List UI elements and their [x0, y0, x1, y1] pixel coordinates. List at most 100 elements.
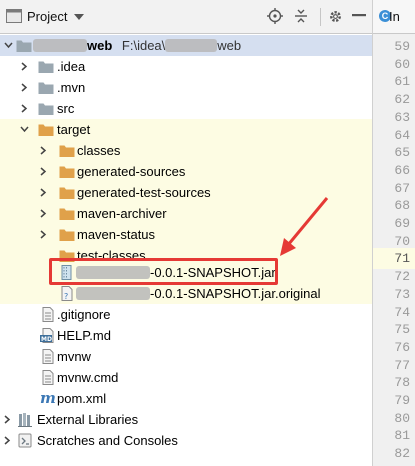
tree-item-mvnw[interactable]: mvnw — [0, 346, 372, 367]
line-number: 62 — [394, 92, 410, 108]
chevron-right-icon[interactable] — [21, 83, 28, 92]
editor-tab-label: In — [389, 9, 400, 24]
text-file-icon — [42, 349, 54, 364]
tree-item-mvnw-cmd[interactable]: mvnw.cmd — [0, 367, 372, 388]
libraries-icon — [18, 413, 32, 427]
redacted-text — [33, 39, 87, 52]
tree-item-label: generated-sources — [77, 164, 186, 179]
line-number: 78 — [394, 375, 410, 391]
line-number: 77 — [394, 357, 410, 373]
tree-item-gitignore[interactable]: .gitignore — [0, 304, 372, 325]
project-view-icon — [6, 9, 22, 23]
chevron-right-icon[interactable] — [40, 230, 47, 239]
tree-item-label: mvnw.cmd — [57, 370, 119, 385]
line-number: 82 — [394, 446, 410, 462]
line-number: 60 — [394, 56, 410, 72]
tree-item-scratches[interactable]: Scratches and Consoles — [0, 430, 372, 451]
tree-item-label: pom.xml — [57, 391, 107, 406]
line-number: 70 — [394, 233, 410, 249]
folder-icon — [38, 82, 54, 94]
folder-orange-icon — [59, 187, 75, 199]
settings-icon[interactable] — [326, 7, 344, 25]
project-toolbar: Project — [0, 0, 372, 34]
folder-orange-icon — [59, 145, 75, 157]
annotation-highlight-box — [49, 258, 278, 285]
folder-orange-icon — [59, 208, 75, 220]
hide-icon[interactable] — [350, 7, 368, 25]
tree-item-label: Scratches and Consoles — [37, 433, 178, 448]
tree-item-label: maven-archiver — [77, 206, 167, 221]
line-number: 68 — [394, 198, 410, 214]
folder-icon — [38, 61, 54, 73]
project-view-title[interactable]: Project — [27, 9, 67, 24]
line-number: 81 — [394, 428, 410, 444]
tree-item-label: generated-test-sources — [77, 185, 211, 200]
chevron-right-icon[interactable] — [40, 188, 47, 197]
line-number: 71 — [394, 251, 410, 267]
text-file-icon — [42, 307, 54, 322]
line-number: 73 — [394, 286, 410, 302]
chevron-down-icon[interactable] — [74, 14, 84, 20]
tree-item-label: .mvn — [57, 80, 86, 95]
collapse-icon[interactable] — [292, 7, 310, 25]
chevron-right-icon[interactable] — [4, 415, 11, 424]
tree-item-label: target — [57, 122, 91, 137]
editor-tab[interactable]: C In — [373, 0, 415, 34]
redacted-text — [76, 287, 150, 300]
chevron-right-icon[interactable] — [40, 146, 47, 155]
tree-item-external-libraries[interactable]: External Libraries — [0, 409, 372, 430]
tree-item-label: HELP.md — [57, 328, 111, 343]
chevron-right-icon[interactable] — [4, 436, 11, 445]
tree-item-label: .gitignore — [57, 307, 111, 322]
line-number: 74 — [394, 304, 410, 320]
line-number: 76 — [394, 339, 410, 355]
scratches-icon — [18, 433, 32, 448]
tree-item-label: External Libraries — [37, 412, 139, 427]
line-number: 61 — [394, 74, 410, 90]
chevron-right-icon[interactable] — [21, 104, 28, 113]
target-icon[interactable] — [266, 7, 284, 25]
svg-text:MD: MD — [41, 336, 52, 343]
folder-icon — [38, 103, 54, 115]
svg-text:?: ? — [64, 292, 68, 301]
text-file-icon — [42, 370, 54, 385]
chevron-right-icon[interactable] — [21, 62, 28, 71]
line-number: 59 — [394, 39, 410, 54]
tree-root-row[interactable]: web F:\idea\ web — [0, 35, 372, 56]
tree-item-label: maven-status — [77, 227, 156, 242]
line-number: 64 — [394, 127, 410, 143]
tree-item-classes[interactable]: classes — [0, 140, 372, 161]
folder-orange-icon — [59, 166, 75, 178]
chevron-right-icon[interactable] — [40, 167, 47, 176]
tree-item-jar-original[interactable]: ? -0.0.1-SNAPSHOT.jar.original — [0, 283, 372, 304]
line-number: 66 — [394, 162, 410, 178]
tree-item-idea[interactable]: .idea — [0, 56, 372, 77]
tree-item-pom[interactable]: m pom.xml — [0, 388, 372, 409]
folder-orange-icon — [59, 229, 75, 241]
tree-item-maven-status[interactable]: maven-status — [0, 224, 372, 245]
line-number: 79 — [394, 393, 410, 408]
redacted-text — [165, 39, 218, 52]
line-number: 65 — [394, 145, 410, 161]
tree-root-label: web F:\idea\ web — [33, 38, 241, 53]
folder-orange-icon — [38, 124, 54, 136]
tree-item-label: .idea — [57, 59, 86, 74]
unknown-file-icon: ? — [61, 286, 73, 301]
tree-item-generated-test-sources[interactable]: generated-test-sources — [0, 182, 372, 203]
chevron-right-icon[interactable] — [40, 209, 47, 218]
project-tree: web F:\idea\ web .idea .mvn src target cl… — [0, 35, 372, 466]
tree-item-maven-archiver[interactable]: maven-archiver — [0, 203, 372, 224]
markdown-icon: MD — [40, 328, 54, 343]
chevron-down-icon[interactable] — [20, 126, 29, 133]
tree-item-src[interactable]: src — [0, 98, 372, 119]
tree-item-target[interactable]: target — [0, 119, 372, 140]
tree-item-generated-sources[interactable]: generated-sources — [0, 161, 372, 182]
tree-item-label: -0.0.1-SNAPSHOT.jar.original — [76, 286, 321, 301]
tree-item-label: mvnw — [57, 349, 91, 364]
line-number: 80 — [394, 410, 410, 426]
tree-item-mvn[interactable]: .mvn — [0, 77, 372, 98]
chevron-down-icon[interactable] — [4, 42, 13, 49]
tree-item-help-md[interactable]: MD HELP.md — [0, 325, 372, 346]
line-number: 69 — [394, 216, 410, 231]
tree-item-label: classes — [77, 143, 121, 158]
